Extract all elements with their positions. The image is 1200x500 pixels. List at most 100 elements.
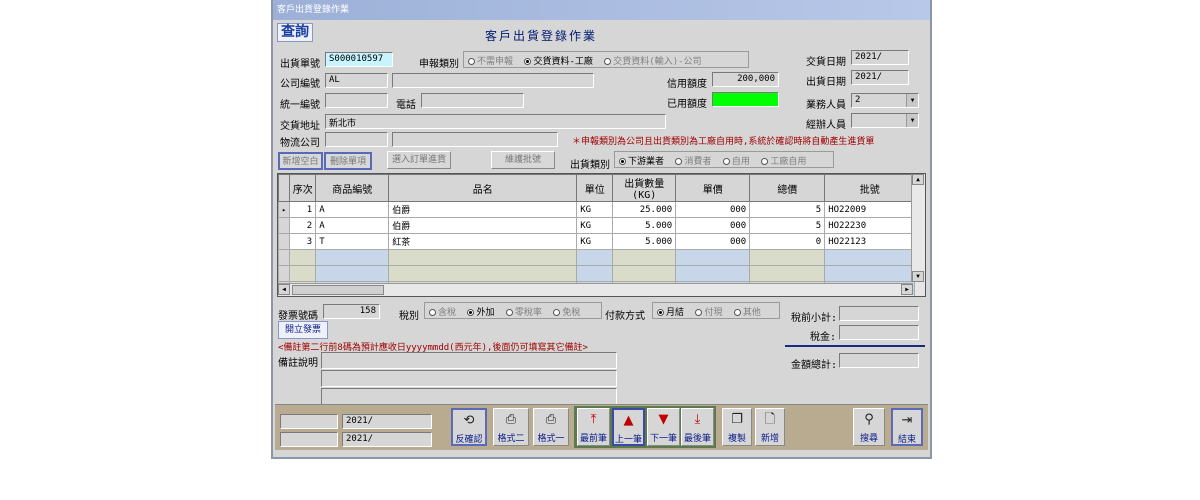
code-cell[interactable]: T [315, 233, 390, 250]
handler-dropdown[interactable]: ▼ [851, 113, 919, 128]
report-type-option-company[interactable]: 交貨資料(輸入)-公司 [604, 57, 702, 67]
ship-type-option-factory[interactable]: 工廠自用 [761, 157, 806, 167]
format1-button[interactable]: ⎙ 格式一 [533, 408, 569, 446]
column-header[interactable]: 單位 [576, 174, 614, 202]
company-no-field[interactable]: AL [325, 73, 388, 88]
column-header[interactable]: 批號 [824, 174, 916, 202]
column-header[interactable]: 單價 [675, 174, 751, 202]
column-header[interactable]: 序次 [289, 174, 317, 202]
delivery-date-field[interactable]: 2021/ [851, 50, 909, 65]
report-type-option-factory[interactable]: 交貨資料-工廠 [524, 57, 593, 67]
import-order-button[interactable]: 選入訂單進貨 [387, 151, 451, 169]
ship-type-radio-group[interactable]: 下游業者 消費者 自用 工廠自用 [614, 151, 834, 168]
total-cell[interactable]: 5 [749, 217, 826, 234]
next-record-button[interactable]: ▼ 下一筆 [647, 408, 680, 446]
table-row[interactable]: ▸ 1 A 伯爵 KG 25.000 000 5 HO22009 [278, 201, 916, 218]
qty-cell[interactable]: 5.000 [612, 233, 677, 250]
price-cell[interactable]: 000 [675, 233, 751, 250]
report-type-radio-group[interactable]: 不需申報 交貨資料-工廠 交貨資料(輸入)-公司 [463, 51, 749, 68]
ship-type-option-consumer[interactable]: 消費者 [675, 157, 711, 167]
ship-type-label: 出貨類別 [570, 160, 610, 171]
lot-cell[interactable]: HO22123 [824, 233, 916, 250]
tax-option-zero[interactable]: 零稅率 [505, 308, 542, 318]
column-header[interactable]: 總價 [749, 174, 826, 202]
company-name-field[interactable] [392, 73, 594, 88]
tax-id-label: 統一編號 [280, 100, 320, 111]
delete-row-button[interactable]: 刪除單項 [324, 152, 372, 170]
lot-cell[interactable]: HO22230 [824, 217, 916, 234]
column-header[interactable]: 出貨數量(KG) [612, 174, 677, 202]
qty-cell[interactable]: 5.000 [612, 217, 677, 234]
report-type-option-none[interactable]: 不需申報 [468, 57, 513, 67]
logistics-name-field[interactable] [392, 132, 558, 147]
sales-dropdown[interactable]: 2 ▼ [851, 93, 919, 108]
chevron-down-icon[interactable]: ▼ [906, 114, 918, 127]
table-row-empty[interactable] [278, 265, 916, 282]
unconfirm-button[interactable]: ⟲ 反確認 [451, 408, 487, 446]
horizontal-scrollbar[interactable]: ◀ ▶ [278, 283, 913, 296]
name-cell[interactable]: 伯爵 [388, 217, 578, 234]
scroll-left-icon[interactable]: ◀ [278, 284, 290, 295]
tax-option-added[interactable]: 外加 [467, 308, 494, 318]
lot-cell[interactable]: HO22009 [824, 201, 916, 218]
logistics-code-field[interactable] [325, 132, 388, 147]
last-record-button[interactable]: ⤓ 最後筆 [681, 408, 714, 446]
format2-button[interactable]: ⎙ 格式二 [493, 408, 529, 446]
payment-option-cash[interactable]: 付現 [695, 308, 722, 318]
price-cell[interactable]: 000 [675, 217, 751, 234]
vertical-scrollbar[interactable]: ▲ ▼ [911, 174, 925, 282]
note-line-2[interactable] [321, 370, 617, 387]
tax-option-included[interactable]: 含稅 [429, 308, 456, 318]
column-header[interactable]: 品名 [388, 174, 578, 202]
payment-option-monthly[interactable]: 月結 [657, 308, 684, 318]
batch-maintain-button[interactable]: 維護批號 [491, 151, 555, 169]
scroll-up-icon[interactable]: ▲ [912, 174, 924, 185]
column-header[interactable]: 商品編號 [315, 174, 390, 202]
unit-cell[interactable]: KG [576, 201, 614, 218]
phone-field[interactable] [421, 93, 524, 108]
ship-type-option-downstream[interactable]: 下游業者 [619, 157, 664, 167]
tax-type-radio-group[interactable]: 含稅 外加 零稅率 免稅 [424, 302, 602, 319]
tax-id-field[interactable] [325, 93, 388, 108]
scroll-right-icon[interactable]: ▶ [901, 284, 913, 295]
payment-option-other[interactable]: 其他 [733, 308, 761, 318]
copy-button[interactable]: ❐ 複製 [722, 408, 752, 446]
address-field[interactable]: 新北市 [325, 114, 666, 129]
note-line-1[interactable] [321, 352, 617, 369]
add-button[interactable]: 🗋 新增 [755, 408, 785, 446]
unit-cell[interactable]: KG [576, 233, 614, 250]
ship-type-option-self[interactable]: 自用 [722, 157, 750, 167]
total-cell[interactable]: 5 [749, 201, 826, 218]
open-invoice-button[interactable]: 開立發票 [278, 321, 328, 339]
invoice-no-field[interactable]: 158 [323, 304, 380, 319]
query-button[interactable]: 查詢 [277, 23, 313, 42]
table-row-empty[interactable] [278, 249, 916, 266]
table-row[interactable]: 3 T 紅茶 KG 5.000 000 0 HO22123 [278, 233, 916, 250]
new-empty-button[interactable]: 新增空白 [278, 152, 323, 170]
total-cell[interactable]: 0 [749, 233, 826, 250]
tax-option-exempt[interactable]: 免稅 [553, 308, 580, 318]
chevron-down-icon[interactable]: ▼ [906, 94, 918, 107]
ship-date-field[interactable]: 2021/ [851, 70, 909, 85]
first-record-button[interactable]: ⤒ 最前筆 [577, 408, 610, 446]
ship-no-field[interactable]: S000010597 [325, 52, 393, 67]
seq-cell[interactable]: 2 [289, 217, 317, 234]
prev-record-button[interactable]: ▲ 上一筆 [612, 408, 645, 446]
seq-cell[interactable]: 1 [289, 201, 317, 218]
table-row[interactable]: 2 A 伯爵 KG 5.000 000 5 HO22230 [278, 217, 916, 234]
current-row-icon: ▸ [278, 201, 291, 218]
seq-cell[interactable]: 3 [289, 233, 317, 250]
code-cell[interactable]: A [315, 217, 390, 234]
search-button[interactable]: ⚲ 搜尋 [853, 408, 885, 446]
scroll-thumb[interactable] [292, 285, 384, 295]
name-cell[interactable]: 伯爵 [388, 201, 578, 218]
price-cell[interactable]: 000 [675, 201, 751, 218]
code-cell[interactable]: A [315, 201, 390, 218]
name-cell[interactable]: 紅茶 [388, 233, 578, 250]
payment-radio-group[interactable]: 月結 付現 其他 [652, 302, 780, 319]
qty-cell[interactable]: 25.000 [612, 201, 677, 218]
exit-button[interactable]: ⇥ 結束 [891, 408, 923, 446]
unit-cell[interactable]: KG [576, 217, 614, 234]
note-line-3[interactable] [321, 388, 617, 405]
scroll-down-icon[interactable]: ▼ [912, 271, 924, 282]
